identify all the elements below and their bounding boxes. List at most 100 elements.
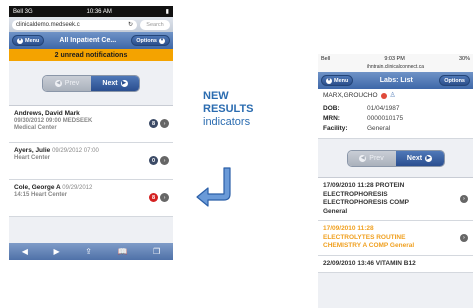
forward-icon[interactable]: ▶ xyxy=(54,247,60,256)
options-button[interactable]: Options xyxy=(439,75,470,86)
carrier-label: Bell 3G xyxy=(13,8,33,15)
lab-line: 17/09/2010 11:28 PROTEIN xyxy=(323,182,405,189)
url-text[interactable]: ihntrain.clinicalconnect.ca xyxy=(318,64,473,72)
status-bar: Bell 3G 10:36 AM ▮ xyxy=(9,6,173,17)
nav-bar: ▾ Menu All Inpatient Ce... Options ▾ xyxy=(9,32,173,49)
person-icon: ♙ xyxy=(389,92,396,99)
patient-header: MARX,GROUCHO ♙ xyxy=(318,89,473,102)
left-phone-screenshot: Bell 3G 10:36 AM ▮ clinicaldemo.medseek.… xyxy=(9,6,173,260)
menu-button-label: Menu xyxy=(334,77,349,84)
lab-results-list: 17/09/2010 11:28 PROTEIN ELECTROPHORESIS… xyxy=(318,177,473,273)
next-button-label: Next xyxy=(102,79,118,87)
info-value: 01/04/1987 xyxy=(367,105,400,112)
patient-name: Ayers, Julie xyxy=(14,147,51,154)
pager: ◀ Prev Next ▶ xyxy=(9,61,173,105)
time-label: 9:03 PM xyxy=(384,56,405,62)
carrier-label: Bell xyxy=(321,56,331,62)
menu-button[interactable]: ▾ Menu xyxy=(321,75,354,86)
next-button[interactable]: Next ▶ xyxy=(91,75,139,91)
lab-line: General xyxy=(323,207,348,215)
options-button-label: Options xyxy=(444,77,465,84)
chevron-down-icon: ▾ xyxy=(326,77,332,84)
info-label: DOB: xyxy=(323,105,340,112)
patient-location: Heart Center xyxy=(14,155,51,161)
info-row: MRN: 0000010175 xyxy=(323,114,468,124)
list-item[interactable]: Cole, George A 09/29/2012 14:15 Heart Ce… xyxy=(9,180,173,217)
search-input[interactable]: Search xyxy=(140,19,170,30)
notification-banner[interactable]: 2 unread notifications xyxy=(9,49,173,61)
callout-line-1: NEW xyxy=(203,90,229,102)
patient-info: DOB: 01/04/1987 MRN: 0000010175 Facility… xyxy=(318,102,473,139)
info-label: Facility: xyxy=(323,125,348,132)
options-button[interactable]: Options ▾ xyxy=(131,35,170,46)
page-title: Labs: List xyxy=(379,77,413,84)
lab-line: 17/09/2010 11:28 xyxy=(323,225,374,232)
browser-toolbar: ◀ ▶ ⇪ 📖 ❐ xyxy=(9,243,173,260)
url-text: clinicaldemo.medseek.c xyxy=(16,21,80,28)
prev-button-label: Prev xyxy=(369,154,384,162)
patient-name: Andrews, David Mark xyxy=(14,110,80,117)
chevron-left-icon: ◀ xyxy=(54,79,62,87)
chevron-down-icon: ▾ xyxy=(159,37,165,44)
chevron-left-icon: ◀ xyxy=(359,154,367,162)
list-item[interactable]: Ayers, Julie 09/29/2012 07:00 Heart Cent… xyxy=(9,143,173,180)
list-item-new-result[interactable]: 17/09/2010 11:28 ELECTROLYTES ROUTINE CH… xyxy=(318,221,473,256)
lab-line: ELECTROPHORESIS xyxy=(323,190,388,198)
bookmarks-icon[interactable]: 📖 xyxy=(117,247,127,256)
lab-line: 22/09/2010 13:46 VITAMIN B12 xyxy=(323,259,416,267)
chevron-down-icon: ▾ xyxy=(17,37,23,44)
info-label: MRN: xyxy=(323,115,340,122)
info-row: Facility: General xyxy=(323,124,468,134)
menu-button[interactable]: ▾ Menu xyxy=(12,35,45,46)
reload-icon[interactable]: ↻ xyxy=(128,21,133,28)
nav-bar: ▾ Menu Labs: List Options xyxy=(318,72,473,89)
pager: ◀ Prev Next ▶ xyxy=(318,139,473,177)
info-row: DOB: 01/04/1987 xyxy=(323,104,468,114)
info-value: General xyxy=(367,125,391,132)
alert-icon xyxy=(380,92,387,99)
battery-icon: ▮ xyxy=(165,9,169,15)
patient-details: 09/30/2012 09:00 MEDSEEK xyxy=(14,118,93,124)
prev-button[interactable]: ◀ Prev xyxy=(43,75,91,91)
chevron-right-icon[interactable]: › xyxy=(160,193,169,202)
patient-date: 09/29/2012 xyxy=(62,185,93,191)
back-icon[interactable]: ◀ xyxy=(22,247,28,256)
pager-segment: ◀ Prev Next ▶ xyxy=(346,149,445,167)
list-item[interactable]: 22/09/2010 13:46 VITAMIN B12 xyxy=(318,256,473,273)
battery-label: 30% xyxy=(458,56,470,62)
tabs-icon[interactable]: ❐ xyxy=(153,247,160,256)
prev-button-label: Prev xyxy=(64,79,80,87)
patient-location: Medical Center xyxy=(14,125,57,131)
curved-arrow-icon xyxy=(196,167,231,207)
menu-button-label: Menu xyxy=(25,37,40,44)
options-button-label: Options xyxy=(136,37,157,44)
patient-location: 14:15 Heart Center xyxy=(14,192,68,198)
next-button[interactable]: Next ▶ xyxy=(395,150,444,166)
chevron-right-icon[interactable]: › xyxy=(460,233,468,242)
page-title: All Inpatient Ce... xyxy=(59,37,117,44)
chevron-right-icon[interactable]: › xyxy=(160,119,169,128)
chevron-right-icon: ▶ xyxy=(120,79,128,87)
chevron-right-icon[interactable]: › xyxy=(460,195,468,203)
callout-line-3: indicators xyxy=(203,116,251,128)
lab-line: ELECTROLYTES ROUTINE xyxy=(323,233,406,241)
share-icon[interactable]: ⇪ xyxy=(85,247,92,256)
prev-button[interactable]: ◀ Prev xyxy=(347,150,396,166)
patient-date: 09/29/2012 07:00 xyxy=(52,148,99,154)
new-results-badge: 8 xyxy=(149,193,158,202)
new-results-badge: 0 xyxy=(149,156,158,165)
url-field[interactable]: clinicaldemo.medseek.c ↻ xyxy=(12,19,137,30)
next-button-label: Next xyxy=(406,154,423,162)
patient-name: Cole, George A xyxy=(14,184,61,191)
list-item[interactable]: Andrews, David Mark 09/30/2012 09:00 MED… xyxy=(9,106,173,143)
lab-line: ELECTROPHORESIS COMP xyxy=(323,199,409,206)
info-value: 0000010175 xyxy=(367,115,404,122)
time-label: 10:36 AM xyxy=(86,8,112,15)
browser-bar: clinicaldemo.medseek.c ↻ Search xyxy=(9,17,173,32)
new-results-badge: 8 xyxy=(149,119,158,128)
list-item[interactable]: 17/09/2010 11:28 PROTEIN ELECTROPHORESIS… xyxy=(318,178,473,221)
patient-name: MARX,GROUCHO xyxy=(323,92,378,99)
lab-line: CHEMISTRY A COMP General xyxy=(323,242,415,249)
pager-segment: ◀ Prev Next ▶ xyxy=(42,74,140,92)
chevron-right-icon[interactable]: › xyxy=(160,156,169,165)
